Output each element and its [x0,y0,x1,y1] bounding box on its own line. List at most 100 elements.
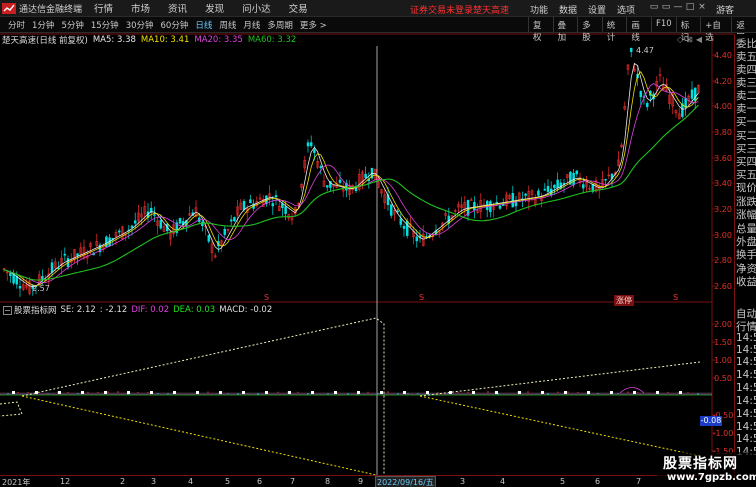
price-tick: 4.40 [714,51,732,60]
signal-dot [265,391,268,394]
signal-dot [633,391,636,394]
se-lower-line-2 [419,395,701,457]
side-panel-label: 涨幅 [736,209,756,221]
watermark: 股票指标网 www.7gpzb.com [657,452,756,487]
signal-dot [472,391,475,394]
period-daily[interactable]: 日线 [192,18,215,32]
menu-shezhi[interactable]: 设置 [588,3,606,16]
candle-body [153,214,156,216]
menu-xuanxiang[interactable]: 选项 [617,3,635,16]
candle-body [399,218,403,225]
date-tick: 6 [595,477,601,486]
sell-signal-mark: S [264,293,270,302]
signal-dot [127,391,130,394]
date-tick: 7 [636,477,642,486]
current-stock-name: 楚天高速 [473,6,510,16]
price-tick: 3.60 [714,154,732,163]
huaxian-button[interactable]: 画线 [626,17,651,43]
maximize-button[interactable]: □ [684,2,696,12]
watermark-title: 股票指标网 [663,456,738,472]
back-button[interactable]: 返回 [731,17,756,43]
watermark-url: www.7gpzb.com [667,472,756,483]
signal-dot [357,391,360,394]
ma10-line [3,70,699,286]
signal-dot [449,391,452,394]
side-panel-label: 14:5 [736,344,756,356]
box-close-icon[interactable]: ⊠ [686,35,693,44]
menu-bar: 通达信金融终端 行情 市场 资讯 发现 问小达 交易 证券交易未登录 楚天高速 … [0,0,756,17]
menu-faxian[interactable]: 发现 [205,1,224,15]
indicator-settings-icon[interactable] [3,305,12,315]
signal-dot [334,391,337,394]
diejia-button[interactable]: 叠加 [552,17,578,43]
candle-body [338,179,342,183]
se-upper-line-2 [419,361,701,397]
app-title: 通达信金融终端 [19,4,83,15]
add-watchlist-button[interactable]: +自选 [700,17,731,43]
period-fenshi[interactable]: 分时 [5,18,28,32]
indicator-tick: 1.00 [714,356,732,365]
period-weekly[interactable]: 周线 [216,18,239,32]
menu-shuju[interactable]: 数据 [559,3,577,16]
close-button[interactable]: × [696,2,708,12]
f10-button[interactable]: F10 [650,17,676,32]
period-60min[interactable]: 60分钟 [158,18,192,32]
period-15min[interactable]: 15分钟 [88,18,122,32]
ma60-label: MA60: 3.32 [247,35,297,45]
signal-dot [58,391,61,394]
candle-body [325,185,329,188]
skin-icon[interactable]: ▭ [660,2,672,12]
menu-gongneng[interactable]: 功能 [530,3,548,16]
candle-body [402,226,406,229]
login-alert[interactable]: 证券交易未登录 [410,3,473,16]
candle-body [498,205,502,209]
date-tick: 2021年 [2,478,31,487]
candle-body [575,170,579,175]
se-bracket [0,401,23,417]
period-monthly[interactable]: 月线 [240,18,263,32]
signal-dot [81,391,84,394]
app-logo-icon [2,2,16,14]
quote-side-panel[interactable]: 委比 卖五 卖四 卖三 卖二 卖一 买一 买二 买三 买四 买五 现价 涨跌 涨幅 总量 外盘 换手 净资 收益 自动… [734,34,756,479]
menu-zixun[interactable]: 资讯 [168,1,187,15]
menu-wenxiaoda[interactable]: 问小达 [242,1,271,15]
date-tick: 3 [151,477,157,486]
collapse-left-icon[interactable]: ◀ [696,35,702,44]
peak-price-label: 4.47 [636,46,654,55]
signal-dot [12,391,15,394]
kline-chart[interactable] [0,0,756,487]
candle-body [306,142,310,147]
sell-signal-mark: S [419,293,425,302]
candle-body [9,272,12,276]
menu-jiaoyi[interactable]: 交易 [289,1,308,15]
biaoji-button[interactable]: 标记 [675,17,701,43]
menu-hangqing[interactable]: 行情 [94,1,113,15]
candle-body [41,276,44,280]
signal-dot [541,391,544,394]
indicator-name[interactable]: 股票指标网 [14,304,57,316]
side-panel-label: 14:5 [736,356,756,368]
period-more[interactable]: 更多 > [297,18,330,32]
period-multi[interactable]: 多周期 [264,18,296,32]
indicator-dea: DEA: 0.03 [173,305,216,315]
candle-body [50,262,54,273]
candle-body [207,235,211,242]
fuquan-button[interactable]: 复权 [528,17,553,43]
tongji-button[interactable]: 统计 [601,17,627,43]
menu-shichang[interactable]: 市场 [131,1,150,15]
signal-dot [288,391,291,394]
layout-icon[interactable]: ▭ [648,2,660,12]
candle-body [537,190,540,196]
candle-body [495,202,499,204]
candle-body [405,220,409,236]
period-1min[interactable]: 1分钟 [29,18,57,32]
side-panel-label: 收益 [736,276,756,288]
signal-dot [196,391,199,394]
guest-user[interactable]: 游客 [716,3,734,16]
period-5min[interactable]: 5分钟 [58,18,86,32]
diamond-icon[interactable]: ◇ [677,35,683,44]
minimize-button[interactable]: — [672,2,684,12]
period-30min[interactable]: 30分钟 [123,18,157,32]
duogu-button[interactable]: 多股 [577,17,602,43]
main-chart-info: 楚天高速(日线 前复权) MA5: 3.38 MA10: 3.41 MA20: … [0,34,296,46]
